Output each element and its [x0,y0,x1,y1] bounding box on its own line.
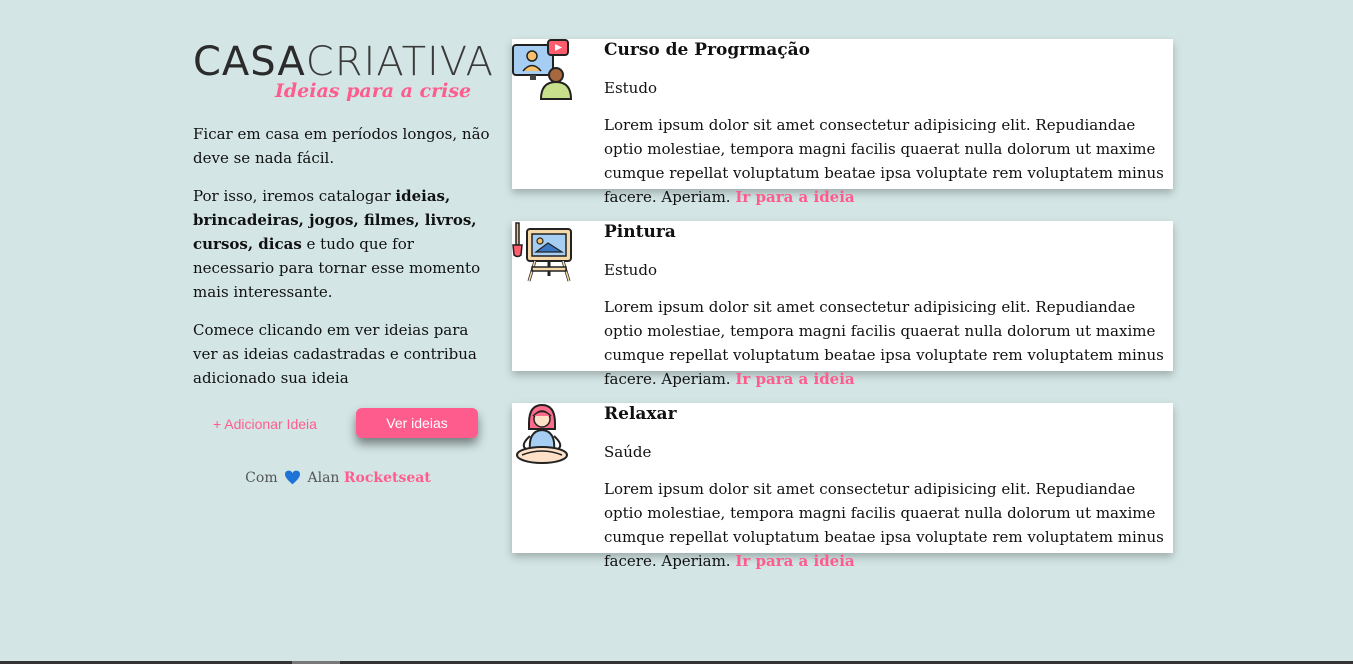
video-course-icon [512,39,574,101]
idea-title: Relaxar [604,404,677,424]
intro-text: Ficar em casa em períodos longos, não de… [193,122,493,390]
logo-part-criativa: CRIATIVA [305,39,494,85]
meditation-icon [512,403,574,465]
idea-description: Lorem ipsum dolor sit amet consectetur a… [604,113,1165,209]
idea-card-body: Curso de Progrmação Estudo Lorem ipsum d… [604,39,1165,209]
idea-link[interactable]: Ir para a ideia [735,188,854,206]
idea-card: Pintura Estudo Lorem ipsum dolor sit ame… [512,221,1173,388]
logo[interactable]: CASACRIATIVA Ideias para a crise [193,40,493,102]
idea-description: Lorem ipsum dolor sit amet consectetur a… [604,477,1165,573]
idea-category: Estudo [604,261,657,279]
idea-card: Relaxar Saúde Lorem ipsum dolor sit amet… [512,403,1173,570]
heart-icon [284,470,301,489]
credits: Com Alan Rocketseat [193,470,493,489]
intro-paragraph-3: Comece clicando em ver ideias para ver a… [193,321,477,387]
idea-category: Estudo [604,79,657,97]
idea-link[interactable]: Ir para a ideia [735,552,854,570]
idea-card-body: Relaxar Saúde Lorem ipsum dolor sit amet… [604,403,1165,573]
logo-title: CASACRIATIVA [193,40,494,84]
logo-part-casa: CASA [193,39,306,85]
idea-card-body: Pintura Estudo Lorem ipsum dolor sit ame… [604,221,1165,391]
idea-description-text: Lorem ipsum dolor sit amet consectetur a… [604,298,1164,388]
idea-link[interactable]: Ir para a ideia [735,370,854,388]
intro-paragraph-1: Ficar em casa em períodos longos, não de… [193,125,490,167]
credits-prefix: Com [245,470,278,486]
add-idea-button[interactable]: + Adicionar Ideia [213,416,317,432]
intro-paragraph-2: Por isso, iremos catalogar ideias, brinc… [193,184,493,304]
idea-title: Pintura [604,222,676,242]
idea-card: Curso de Progrmação Estudo Lorem ipsum d… [512,39,1173,206]
idea-description-text: Lorem ipsum dolor sit amet consectetur a… [604,116,1164,206]
logo-tagline: Ideias para a crise [275,80,472,102]
easel-painting-icon [512,221,574,283]
credits-brand-link[interactable]: Rocketseat [344,470,431,486]
idea-description: Lorem ipsum dolor sit amet consectetur a… [604,295,1165,391]
actions: + Adicionar Ideia Ver ideias [193,408,493,448]
credits-name: Alan [307,470,340,486]
intro-p2-before: Por isso, iremos catalogar [193,187,396,205]
idea-description-text: Lorem ipsum dolor sit amet consectetur a… [604,480,1164,570]
see-ideas-button[interactable]: Ver ideias [356,408,478,438]
idea-title: Curso de Progrmação [604,40,810,60]
sidebar: CASACRIATIVA Ideias para a crise Ficar e… [193,40,493,489]
idea-category: Saúde [604,443,652,461]
ideas-list: Curso de Progrmação Estudo Lorem ipsum d… [512,39,1173,585]
